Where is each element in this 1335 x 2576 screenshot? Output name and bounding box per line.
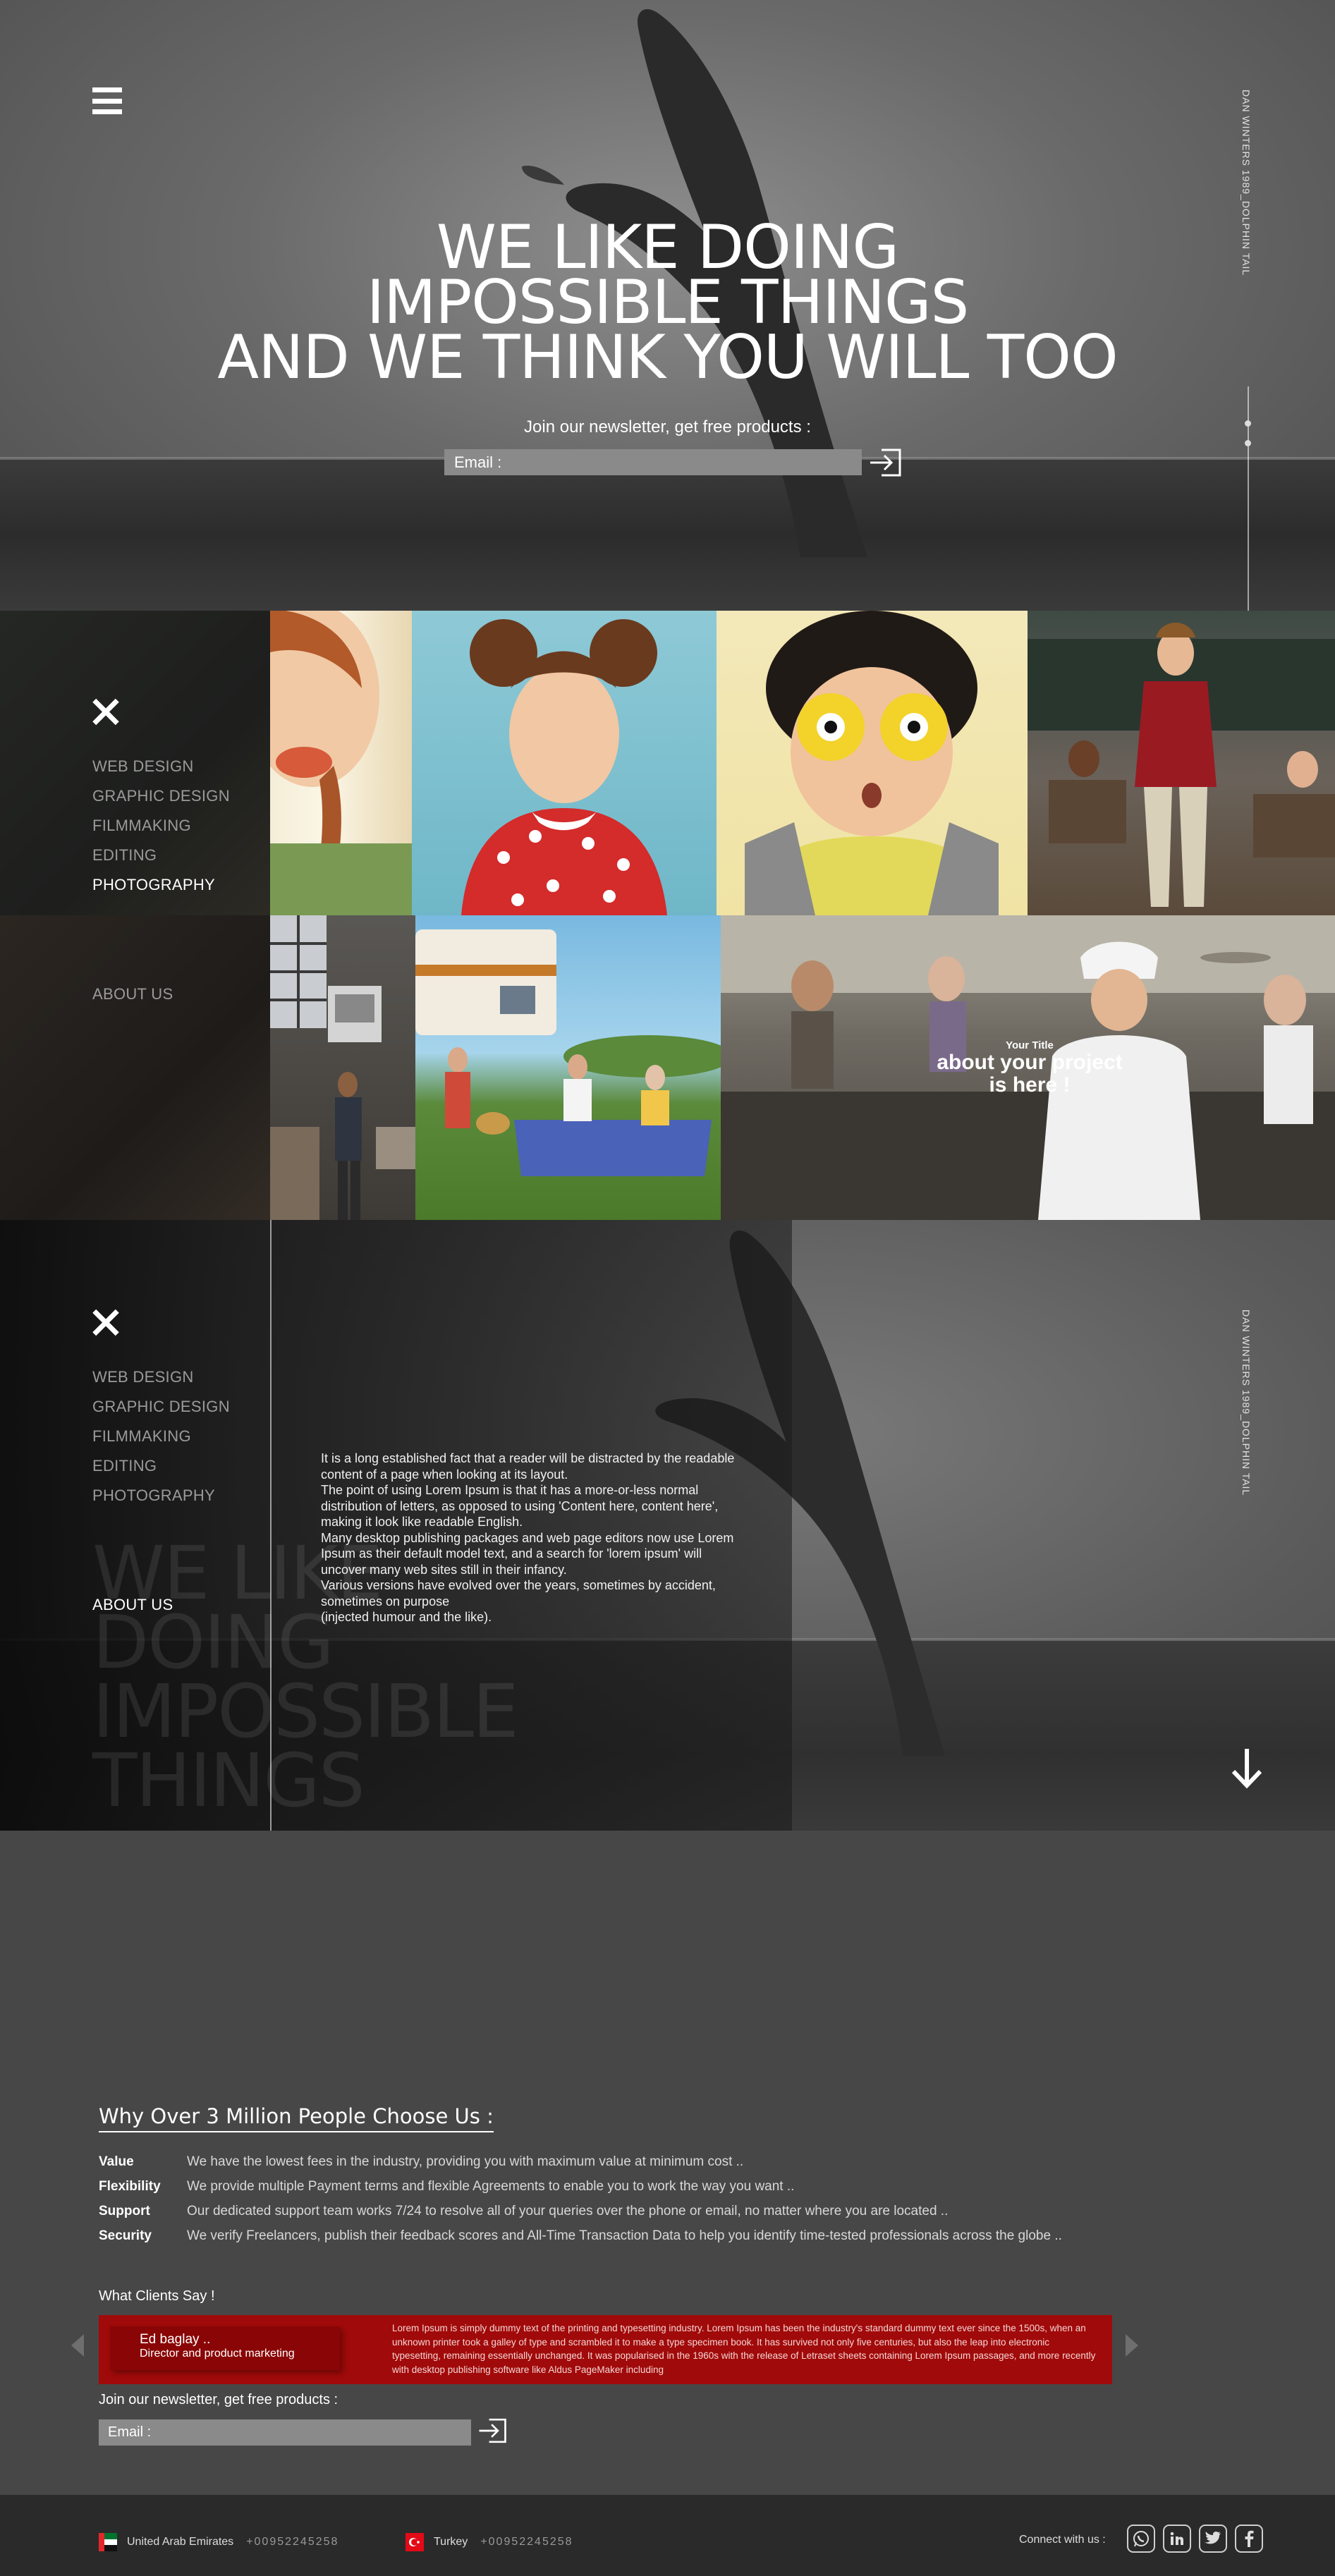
photo-credit: DAN WINTERS 1989_DOLPHIN TAIL [1240,1310,1252,1496]
category-menu-2: WEB DESIGN GRAPHIC DESIGN FILMMAKING EDI… [92,1309,230,1620]
connect-label: Connect with us : [1019,2534,1106,2546]
menu-item-editing[interactable]: EDITING [92,1451,230,1481]
menu-item-photography[interactable]: PHOTOGRAPHY [92,870,230,900]
carousel-next-icon[interactable] [1126,2334,1138,2357]
menu-item-graphic-design[interactable]: GRAPHIC DESIGN [92,781,230,811]
testimonial-author: Ed baglay .. Director and product market… [110,2326,340,2370]
menu-item-web-design[interactable]: WEB DESIGN [92,752,230,781]
footer: United Arab Emirates +00952245258 Turkey… [0,2495,1335,2576]
feature-row: Value We have the lowest fees in the ind… [99,2149,1157,2174]
background-headline-line: IMPOSSIBLE [92,1668,519,1754]
pineapple-boy-photo-tile[interactable] [717,611,1028,915]
hamburger-menu-icon[interactable] [92,87,122,114]
project-caption: Your Title about your project is here ! [924,1039,1135,1097]
whatsapp-icon[interactable] [1127,2525,1155,2553]
close-icon[interactable] [92,698,119,725]
testimonial-role: Director and product marketing [140,2348,295,2360]
menu-item-editing[interactable]: EDITING [92,841,230,870]
location-phone[interactable]: +00952245258 [480,2536,573,2548]
location-phone[interactable]: +00952245258 [246,2536,339,2548]
background-headline-line: THINGS [92,1738,365,1824]
feature-key: Flexibility [99,2178,161,2194]
hero-section: DAN WINTERS 1989_DOLPHIN TAIL WE LIKE DO… [0,0,1335,611]
menu-item-graphic-design[interactable]: GRAPHIC DESIGN [92,1392,230,1422]
school-boy-photo-tile[interactable] [1028,611,1335,915]
project-big-title: is here ! [989,1073,1071,1097]
project-small-title: Your Title [1006,1039,1054,1051]
arrow-down-icon[interactable] [1231,1747,1263,1788]
menu-item-filmmaking[interactable]: FILMMAKING [92,811,230,841]
electrician-photo-tile[interactable] [270,915,415,1220]
about-paragraph: (injected humour and the like). [321,1610,492,1624]
hero-headline-line: AND WE THINK YOU WILL TOO [217,322,1118,393]
redhead-girl-photo-tile[interactable] [270,611,412,915]
about-paragraph: It is a long established fact that a rea… [321,1451,735,1482]
close-icon[interactable] [92,1309,119,1336]
uae-flag-icon [99,2533,117,2551]
about-paragraph: Many desktop publishing packages and web… [321,1530,734,1577]
about-paragraph: The point of using Lorem Ipsum is that i… [321,1483,719,1529]
testimonial-card: Ed baglay .. Director and product market… [99,2315,1112,2384]
facebook-icon[interactable] [1235,2525,1263,2553]
feature-row: Flexibility We provide multiple Payment … [99,2174,1157,2199]
feature-key: Value [99,2154,134,2169]
feature-row: Support Our dedicated support team works… [99,2199,1157,2223]
rv-picnic-photo-tile[interactable] [415,915,721,1220]
feature-text: We provide multiple Payment terms and fl… [187,2178,795,2194]
feature-row: Security We verify Freelancers, publish … [99,2223,1157,2248]
menu-item-about-us[interactable]: ABOUT US [92,1590,230,1620]
submit-arrow-icon[interactable] [867,448,903,477]
turkey-flag-icon [406,2533,424,2551]
slide-dot[interactable] [1245,420,1251,427]
menu-item-filmmaking[interactable]: FILMMAKING [92,1422,230,1451]
feature-text: We verify Freelancers, publish their fee… [187,2228,1062,2243]
polka-dot-girl-photo-tile[interactable] [412,611,717,915]
newsletter-label: Join our newsletter, get free products : [524,417,811,437]
menu-item-web-design[interactable]: WEB DESIGN [92,1362,230,1392]
menu-item-photography[interactable]: PHOTOGRAPHY [92,1481,230,1510]
why-title: Why Over 3 Million People Choose Us : [99,2104,494,2132]
feature-text: Our dedicated support team works 7/24 to… [187,2203,949,2218]
about-paragraph: Various versions have evolved over the y… [321,1578,716,1609]
location-uae: United Arab Emirates +00952245258 [99,2533,339,2551]
location-turkey: Turkey +00952245258 [406,2533,573,2551]
feature-key: Support [99,2203,150,2218]
category-menu: WEB DESIGN GRAPHIC DESIGN FILMMAKING EDI… [92,698,230,1009]
feature-key: Security [99,2228,152,2243]
location-country: Turkey [434,2536,468,2548]
newsletter-email-input[interactable] [444,449,862,475]
linkedin-icon[interactable] [1163,2525,1191,2553]
carousel-prev-icon[interactable] [71,2334,84,2357]
hero-headline: WE LIKE DOING IMPOSSIBLE THINGS AND WE T… [0,217,1335,393]
newsletter-email-input[interactable] [99,2419,471,2446]
clients-title: What Clients Say ! [99,2288,215,2304]
testimonial-quote: Lorem Ipsum is simply dummy text of the … [392,2323,1096,2375]
submit-arrow-icon[interactable] [477,2417,508,2444]
feature-text: We have the lowest fees in the industry,… [187,2154,744,2169]
slide-dot[interactable] [1245,440,1251,446]
newsletter-label: Join our newsletter, get free products : [99,2392,339,2407]
location-country: United Arab Emirates [127,2536,234,2548]
testimonial-name: Ed baglay .. [140,2332,211,2347]
features-list: Value We have the lowest fees in the ind… [99,2149,1157,2248]
project-big-title: about your project [937,1051,1123,1074]
about-text: It is a long established fact that a rea… [321,1451,744,1625]
menu-item-about-us[interactable]: ABOUT US [92,979,230,1009]
twitter-icon[interactable] [1199,2525,1227,2553]
